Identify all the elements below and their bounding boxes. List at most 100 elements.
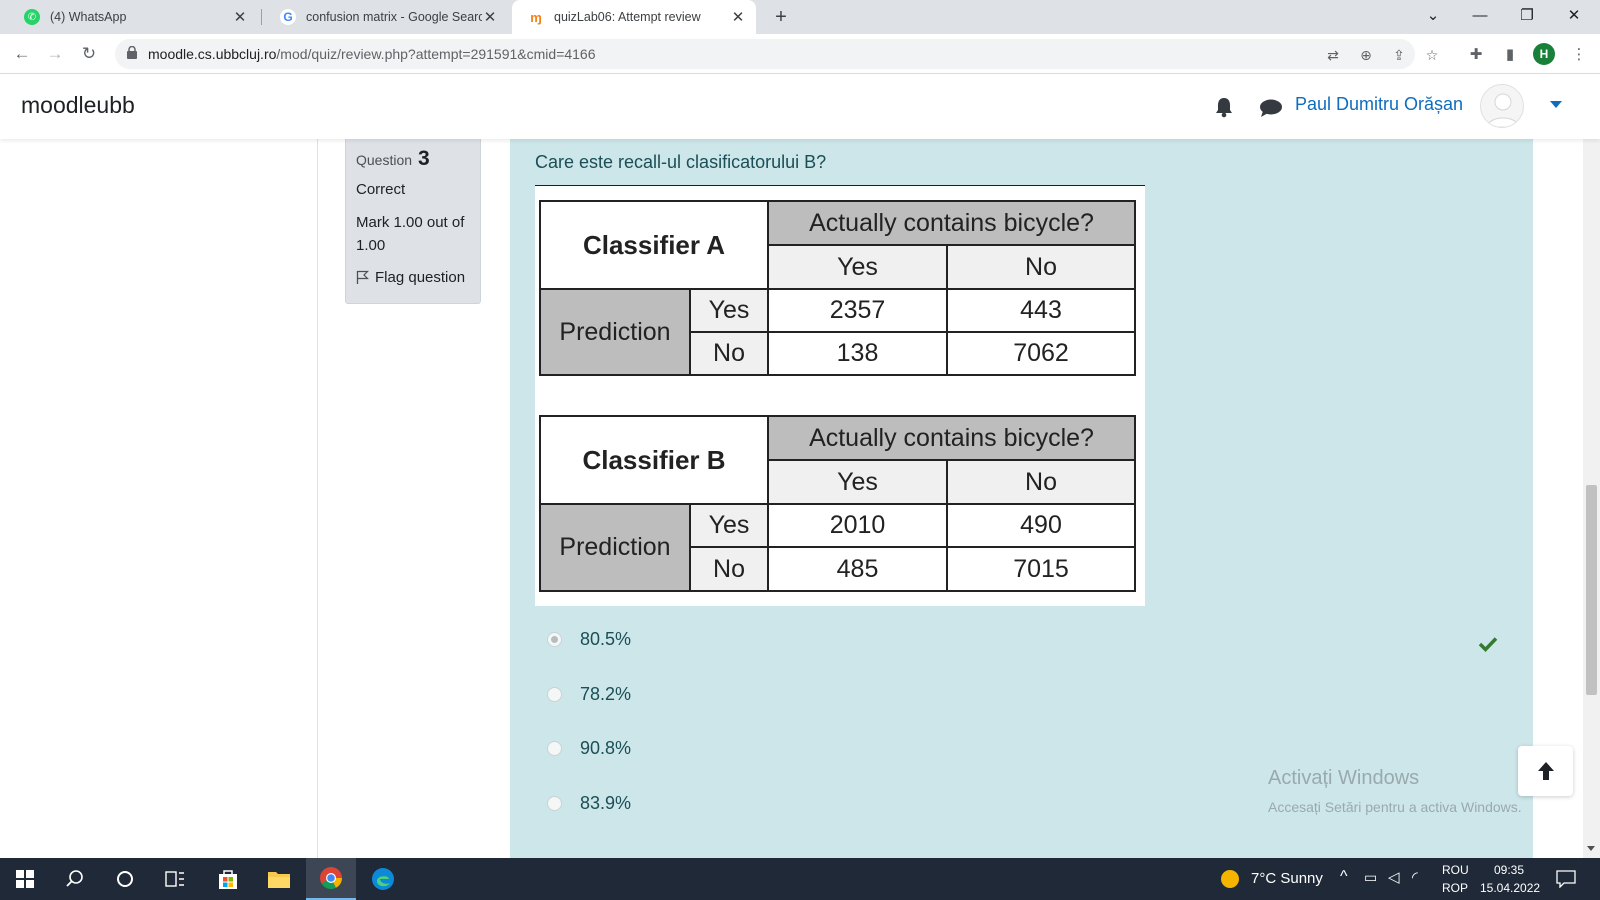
scrollbar-thumb[interactable] [1586, 485, 1597, 695]
tab-search-icon[interactable]: ⌄ [1410, 0, 1456, 34]
forward-icon[interactable]: → [41, 40, 69, 68]
minimize-button[interactable]: — [1457, 0, 1503, 34]
question-state: Correct [356, 181, 406, 198]
battery-icon[interactable]: ▭ [1364, 869, 1377, 886]
close-tab-icon[interactable]: ✕ [232, 8, 248, 26]
extensions-icon[interactable]: ✚ [1465, 44, 1487, 66]
column-no: No [946, 244, 1136, 290]
profile-avatar[interactable]: H [1533, 43, 1555, 65]
share-icon[interactable]: ⇪ [1389, 45, 1409, 65]
tab-quiz-review[interactable]: ɱ quizLab06: Attempt review ✕ [512, 0, 756, 34]
row-no: No [689, 546, 769, 592]
scroll-down-arrow-icon[interactable] [1587, 846, 1595, 851]
tray-chevron-icon[interactable]: ^ [1340, 868, 1348, 886]
row-yes: Yes [689, 503, 769, 548]
cell-tp: 2010 [767, 503, 948, 548]
answer-radio[interactable] [547, 632, 562, 647]
answer-option-1[interactable]: 80.5% [547, 629, 631, 650]
search-button[interactable] [50, 858, 100, 900]
search-icon [66, 870, 83, 887]
site-brand[interactable]: moodleubb [21, 92, 135, 119]
answer-radio[interactable] [547, 687, 562, 702]
user-menu-caret-icon[interactable] [1550, 101, 1562, 108]
address-bar[interactable]: moodle.cs.ubbcluj.ro/mod/quiz/review.php… [115, 39, 1438, 69]
url-text: moodle.cs.ubbcluj.ro/mod/quiz/review.php… [148, 46, 596, 62]
windows-taskbar: 7°C Sunny ^ ▭ ◁ ◜ ROU ROP 09:35 15.04.20… [0, 858, 1600, 900]
messages-chat-icon[interactable] [1259, 98, 1283, 118]
tab-google-search[interactable]: G confusion matrix - Google Search ✕ [264, 0, 508, 34]
question-info-panel: Question 3 Correct Mark 1.00 out of 1.00 … [345, 139, 481, 304]
network-icon[interactable]: ◜ [1412, 868, 1418, 886]
translate-icon[interactable]: ⇄ [1323, 45, 1343, 65]
close-tab-icon[interactable]: ✕ [730, 8, 746, 26]
moodle-navbar: moodleubb Paul Dumitru Orășan [0, 74, 1600, 139]
store-bag-icon [219, 870, 237, 889]
user-name[interactable]: Paul Dumitru Orășan [1295, 94, 1463, 115]
microsoft-store-button[interactable] [203, 858, 253, 900]
zoom-icon[interactable]: ⊕ [1356, 45, 1376, 65]
start-button[interactable] [0, 858, 50, 900]
input-language-1[interactable]: ROU [1442, 863, 1469, 877]
answer-option-3[interactable]: 90.8% [547, 738, 631, 759]
back-icon[interactable]: ← [8, 40, 36, 68]
close-window-button[interactable]: ✕ [1551, 0, 1597, 34]
url-host: moodle.cs.ubbcluj.ro [148, 46, 277, 62]
volume-icon[interactable]: ◁ [1388, 868, 1400, 886]
task-view-button[interactable] [150, 858, 200, 900]
cortana-circle-icon [117, 871, 133, 887]
cell-tn: 7015 [946, 546, 1136, 592]
menu-kebab-icon[interactable]: ⋮ [1568, 44, 1590, 66]
answer-option-4[interactable]: 83.9% [547, 793, 631, 814]
restore-button[interactable]: ❐ [1504, 0, 1550, 34]
clock-date[interactable]: 15.04.2022 [1480, 881, 1540, 895]
edge-icon [372, 868, 394, 890]
url-path: /mod/quiz/review.php?attempt=291591&cmid… [276, 46, 596, 62]
flag-question-button[interactable]: Flag question [356, 269, 470, 286]
file-explorer-button[interactable] [254, 858, 304, 900]
grade-line-1: Mark 1.00 out of [356, 214, 465, 231]
column-yes: Yes [767, 459, 948, 505]
flag-icon [356, 270, 369, 284]
question-content: Care este recall-ul clasificatorului B? … [510, 139, 1533, 858]
flag-label: Flag question [375, 269, 466, 286]
weather-text[interactable]: 7°C Sunny [1251, 870, 1323, 887]
windows-logo-icon [16, 870, 34, 888]
bookmark-star-icon[interactable]: ☆ [1422, 45, 1442, 65]
close-tab-icon[interactable]: ✕ [482, 8, 498, 26]
cortana-button[interactable] [100, 858, 150, 900]
answer-option-2[interactable]: 78.2% [547, 684, 631, 705]
answer-radio[interactable] [547, 796, 562, 811]
page-content: Question 3 Correct Mark 1.00 out of 1.00 … [0, 139, 1600, 858]
notifications-bell-icon[interactable] [1213, 96, 1235, 118]
prediction-label: Prediction [539, 503, 691, 592]
back-to-top-button[interactable] [1518, 746, 1573, 796]
input-language-2[interactable]: ROP [1442, 881, 1468, 895]
tab-title: (4) WhatsApp [50, 10, 127, 24]
confusion-matrix-image: Classifier A Actually contains bicycle? … [535, 185, 1145, 606]
chrome-taskbar-button[interactable] [306, 858, 356, 900]
side-panel-icon[interactable]: ▮ [1499, 44, 1521, 66]
confusion-table-a: Classifier A Actually contains bicycle? … [539, 200, 1136, 376]
new-tab-button[interactable]: + [768, 4, 794, 30]
cell-fp: 490 [946, 503, 1136, 548]
question-number: Question 3 [356, 147, 470, 171]
cell-tp: 2357 [767, 288, 948, 333]
answer-radio[interactable] [547, 741, 562, 756]
chrome-icon [320, 867, 342, 889]
reload-icon[interactable]: ↻ [75, 40, 103, 68]
page-scrollbar[interactable] [1583, 139, 1600, 858]
user-avatar[interactable] [1480, 84, 1524, 128]
tab-separator [261, 9, 262, 25]
user-silhouette-icon [1486, 93, 1520, 127]
edge-taskbar-button[interactable] [358, 858, 408, 900]
cell-fp: 443 [946, 288, 1136, 333]
answer-label: 80.5% [580, 629, 632, 649]
cell-tn: 7062 [946, 331, 1136, 376]
question-grade: Mark 1.00 out of 1.00 [356, 211, 470, 257]
weather-sun-icon[interactable] [1220, 869, 1240, 889]
clock-time[interactable]: 09:35 [1494, 863, 1524, 877]
notifications-center-icon[interactable] [1556, 870, 1576, 888]
tab-whatsapp[interactable]: ✆ (4) WhatsApp ✕ [8, 0, 258, 34]
tab-title: confusion matrix - Google Search [306, 10, 482, 24]
cell-fn: 138 [767, 331, 948, 376]
